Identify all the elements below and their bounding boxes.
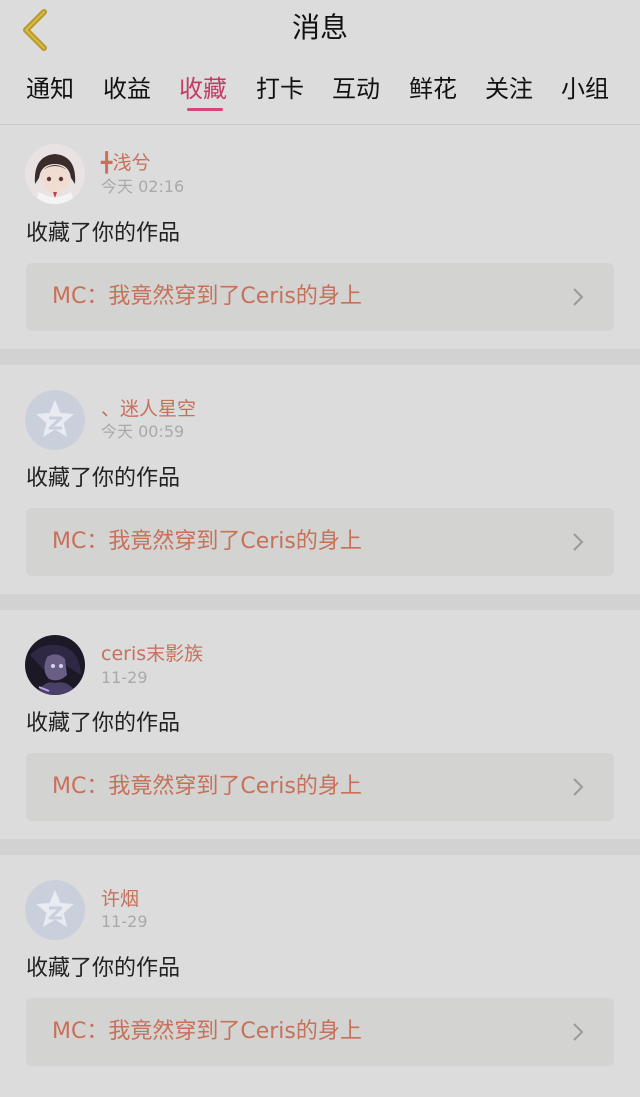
tab-checkin[interactable]: 打卡 xyxy=(256,72,304,106)
action-text: 收藏了你的作品 xyxy=(26,956,181,981)
divider xyxy=(0,594,640,610)
chevron-right-icon xyxy=(573,288,584,306)
user-avatar[interactable] xyxy=(25,390,85,450)
tab-earnings[interactable]: 收益 xyxy=(103,72,151,106)
divider xyxy=(0,349,640,365)
work-title: MC：我竟然穿到了Ceris的身上 xyxy=(52,1019,362,1044)
timestamp: 今天 00:59 xyxy=(101,422,185,441)
anime-girl-avatar-icon xyxy=(25,144,85,204)
tab-follow[interactable]: 关注 xyxy=(485,72,533,106)
tab-favorites[interactable]: 收藏 xyxy=(179,72,227,106)
timestamp: 11-29 xyxy=(101,912,148,931)
tab-flowers[interactable]: 鲜花 xyxy=(409,72,457,106)
timestamp: 今天 02:16 xyxy=(101,177,185,196)
timestamp: 11-29 xyxy=(101,668,148,687)
active-tab-indicator xyxy=(187,108,223,111)
work-link[interactable]: MC：我竟然穿到了Ceris的身上 xyxy=(26,998,614,1066)
notification-card: 、迷人星空 今天 00:59 收藏了你的作品 MC：我竟然穿到了Ceris的身上 xyxy=(0,365,640,595)
divider xyxy=(0,839,640,855)
notification-card: 许烟 11-29 收藏了你的作品 MC：我竟然穿到了Ceris的身上 xyxy=(0,855,640,1085)
username[interactable]: 、迷人星空 xyxy=(101,396,196,422)
tab-groups[interactable]: 小组 xyxy=(561,72,609,106)
tab-bar: 通知 收益 收藏 打卡 互动 鲜花 关注 小组 xyxy=(0,66,640,125)
action-text: 收藏了你的作品 xyxy=(26,711,181,736)
notification-card: ceris末影族 11-29 收藏了你的作品 MC：我竟然穿到了Ceris的身上 xyxy=(0,610,640,840)
user-avatar[interactable] xyxy=(25,635,85,695)
chevron-right-icon xyxy=(573,1023,584,1041)
page-title: 消息 xyxy=(291,11,348,44)
action-text: 收藏了你的作品 xyxy=(26,466,181,491)
chevron-right-icon xyxy=(573,778,584,796)
header-bar: 消息 xyxy=(0,0,640,60)
app: 消息 通知 收益 收藏 打卡 互动 鲜花 关注 小组 ╋浅兮 今天 02:16 xyxy=(0,0,640,1097)
work-link[interactable]: MC：我竟然穿到了Ceris的身上 xyxy=(26,753,614,821)
work-link[interactable]: MC：我竟然穿到了Ceris的身上 xyxy=(26,263,614,331)
tab-notifications[interactable]: 通知 xyxy=(26,72,74,106)
username[interactable]: 许烟 xyxy=(101,886,139,912)
dark-character-avatar-icon xyxy=(25,635,85,695)
user-avatar[interactable] xyxy=(25,144,85,204)
default-star-avatar-icon xyxy=(25,880,85,940)
default-star-avatar-icon xyxy=(25,390,85,450)
tab-interaction[interactable]: 互动 xyxy=(332,72,380,106)
username[interactable]: ceris末影族 xyxy=(101,641,203,667)
work-title: MC：我竟然穿到了Ceris的身上 xyxy=(52,529,362,554)
action-text: 收藏了你的作品 xyxy=(26,221,181,246)
work-title: MC：我竟然穿到了Ceris的身上 xyxy=(52,284,362,309)
notification-card: ╋浅兮 今天 02:16 收藏了你的作品 MC：我竟然穿到了Ceris的身上 xyxy=(0,126,640,356)
work-link[interactable]: MC：我竟然穿到了Ceris的身上 xyxy=(26,508,614,576)
username[interactable]: ╋浅兮 xyxy=(101,150,150,176)
work-title: MC：我竟然穿到了Ceris的身上 xyxy=(52,774,362,799)
user-avatar[interactable] xyxy=(25,880,85,940)
chevron-right-icon xyxy=(573,533,584,551)
